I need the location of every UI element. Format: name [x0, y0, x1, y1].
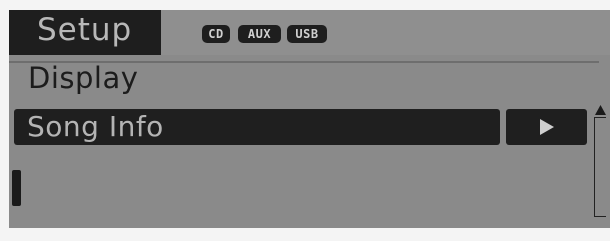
- menu-title: Display: [28, 61, 139, 95]
- radio-display-screen: Setup CD AUX USB Display Song Info: [9, 10, 610, 228]
- play-right-icon: [540, 119, 554, 135]
- scrollbar[interactable]: [594, 105, 607, 217]
- aux-badge: AUX: [238, 25, 281, 43]
- mode-title: Setup: [37, 12, 133, 48]
- scrollbar-thumb[interactable]: [12, 170, 21, 206]
- header-bar: Setup CD AUX USB: [9, 10, 610, 55]
- mode-tab: Setup: [9, 10, 161, 55]
- menu-item-label: Song Info: [27, 110, 164, 143]
- menu-item-song-info[interactable]: Song Info: [14, 109, 500, 145]
- triangle-up-icon[interactable]: [595, 105, 606, 115]
- scrollbar-track[interactable]: [594, 117, 606, 217]
- cd-badge: CD: [202, 25, 230, 43]
- submenu-arrow-button[interactable]: [506, 109, 587, 145]
- usb-badge: USB: [287, 25, 327, 43]
